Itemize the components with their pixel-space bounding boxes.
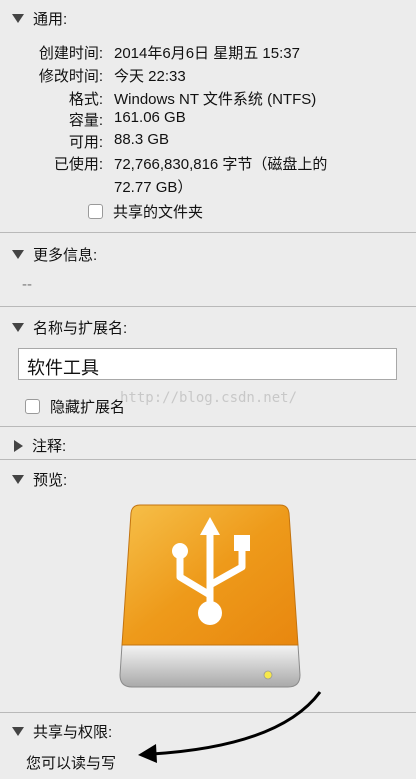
row-value: 161.06 GB	[114, 109, 186, 126]
info-row: 格式: Windows NT 文件系统 (NTFS)	[0, 88, 416, 110]
row-value: 2014年6月6日 星期五 15:37	[114, 45, 300, 62]
section-preview-header[interactable]: 预览:	[12, 469, 67, 490]
section-more-info-header[interactable]: 更多信息:	[12, 244, 97, 265]
disclosure-triangle-icon	[12, 250, 24, 259]
info-row-continued: 72.77 GB）	[0, 176, 416, 198]
section-sharing-title: 共享与权限:	[33, 724, 113, 741]
row-value-continued: 72.77 GB）	[114, 179, 193, 196]
row-value: 88.3 GB	[114, 131, 170, 148]
section-more-info-title: 更多信息:	[33, 247, 98, 264]
row-value: 72,766,830,816 字节（磁盘上的	[114, 156, 328, 173]
info-row: 已使用: 72,766,830,816 字节（磁盘上的	[0, 153, 416, 175]
disclosure-triangle-icon	[12, 323, 24, 332]
shared-folder-label: 共享的文件夹	[113, 204, 204, 221]
row-value: 今天 22:33	[114, 68, 186, 85]
section-divider	[0, 459, 416, 460]
section-general-header[interactable]: 通用:	[12, 8, 67, 29]
annotation-arrow-icon	[138, 691, 322, 763]
hide-extension-label: 隐藏扩展名	[50, 399, 126, 416]
section-name-header[interactable]: 名称与扩展名:	[12, 317, 127, 338]
checkbox-box[interactable]	[88, 204, 103, 219]
row-label: 可用:	[68, 134, 103, 151]
usb-drive-icon	[119, 504, 301, 688]
row-label: 修改时间:	[38, 68, 103, 85]
section-comments-title: 注释:	[32, 438, 67, 455]
section-sharing-header[interactable]: 共享与权限:	[12, 721, 112, 742]
info-row: 修改时间: 今天 22:33	[0, 65, 416, 87]
info-row: 创建时间: 2014年6月6日 星期五 15:37	[0, 42, 416, 64]
section-divider	[0, 426, 416, 427]
section-divider	[0, 306, 416, 307]
permission-text: 您可以读与写	[26, 755, 117, 772]
hide-extension-checkbox[interactable]: 隐藏扩展名	[25, 396, 125, 417]
disclosure-triangle-icon	[12, 14, 24, 23]
section-divider	[0, 232, 416, 233]
disclosure-triangle-icon	[14, 439, 23, 452]
watermark-text: http://blog.csdn.net/	[120, 390, 298, 406]
shared-folder-checkbox[interactable]: 共享的文件夹	[88, 201, 203, 222]
checkbox-box[interactable]	[25, 399, 40, 414]
row-label: 容量:	[68, 112, 103, 129]
info-row: 容量: 161.06 GB	[0, 109, 416, 131]
row-label: 已使用:	[53, 156, 103, 173]
row-label: 格式:	[68, 91, 103, 108]
row-value: Windows NT 文件系统 (NTFS)	[114, 91, 317, 108]
section-name-title: 名称与扩展名:	[33, 320, 128, 337]
more-info-value: --	[22, 276, 32, 293]
info-row: 可用: 88.3 GB	[0, 131, 416, 153]
section-general-title: 通用:	[33, 11, 68, 28]
section-comments-header[interactable]: 注释:	[12, 435, 66, 456]
section-preview-title: 预览:	[33, 472, 68, 489]
disclosure-triangle-icon	[12, 727, 24, 736]
disclosure-triangle-icon	[12, 475, 24, 484]
name-input[interactable]: 软件工具	[18, 348, 397, 380]
row-label: 创建时间:	[38, 45, 103, 62]
